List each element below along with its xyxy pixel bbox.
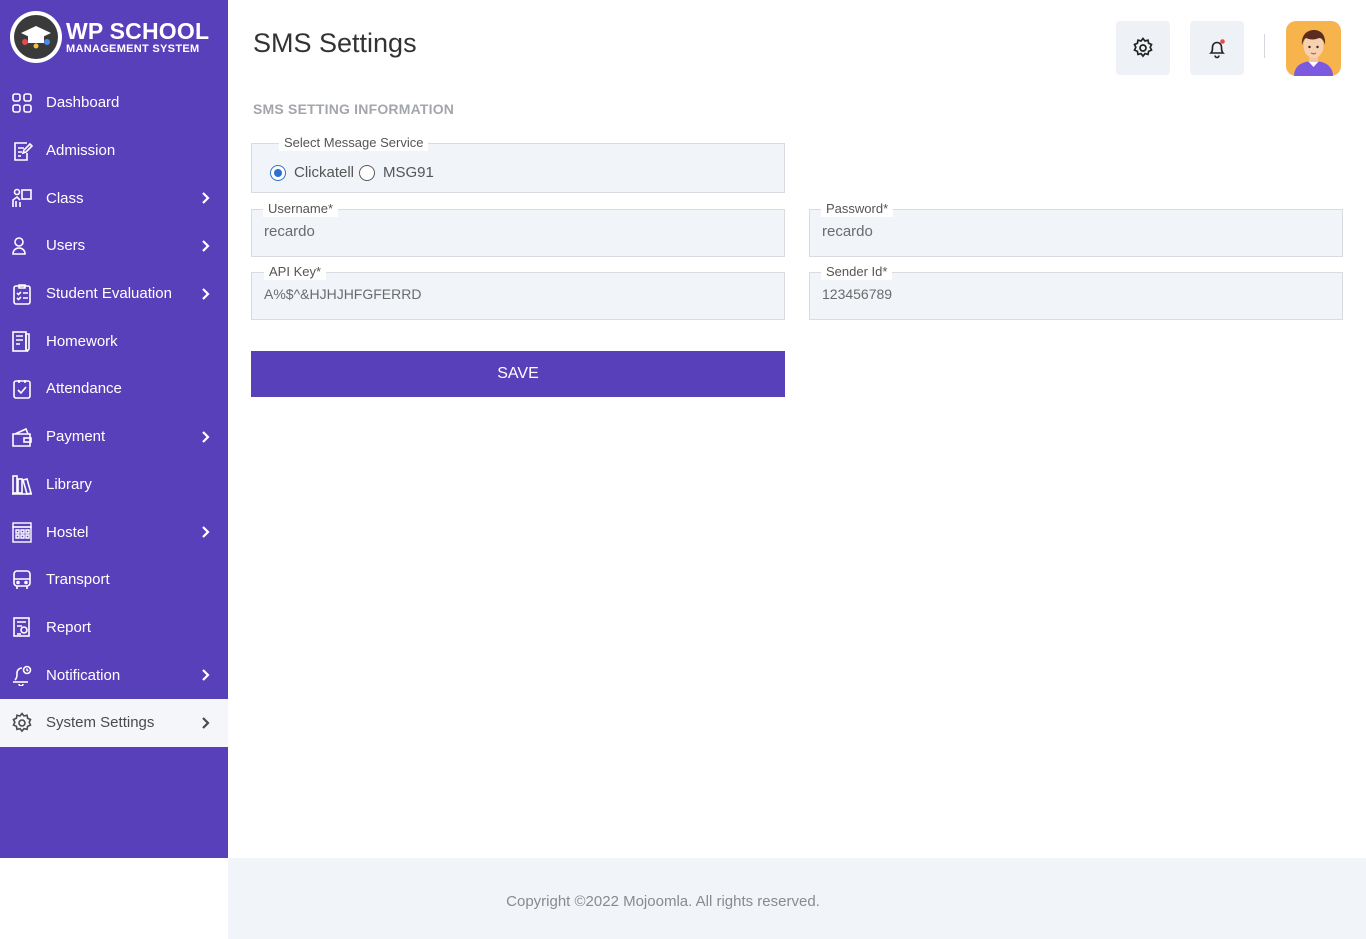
evaluation-icon bbox=[13, 283, 31, 305]
homework-icon bbox=[12, 331, 30, 353]
chevron-right-icon bbox=[202, 526, 210, 538]
app-root: WP SCHOOL MANAGEMENT SYSTEM Dashboard Ad… bbox=[0, 0, 1366, 939]
library-icon bbox=[12, 475, 32, 496]
sidebar-item-notification[interactable]: Notification bbox=[0, 651, 228, 699]
sidebar-nav: Dashboard Admission Class Users Student … bbox=[0, 79, 228, 747]
section-title: SMS SETTING INFORMATION bbox=[253, 101, 455, 117]
sender-id-label: Sender Id* bbox=[821, 264, 893, 280]
sidebar: WP SCHOOL MANAGEMENT SYSTEM Dashboard Ad… bbox=[0, 0, 228, 858]
wallet-icon bbox=[12, 427, 32, 447]
settings-button[interactable] bbox=[1116, 21, 1170, 75]
notification-button[interactable] bbox=[1190, 21, 1244, 75]
radio-row: Clickatell MSG91 bbox=[270, 164, 434, 181]
hostel-icon bbox=[12, 522, 32, 543]
sidebar-item-library[interactable]: Library bbox=[0, 461, 228, 509]
brand-title: WP SCHOOL bbox=[66, 17, 210, 44]
notification-icon bbox=[13, 665, 32, 687]
bus-icon bbox=[13, 569, 31, 589]
sidebar-item-homework[interactable]: Homework bbox=[0, 317, 228, 365]
user-icon bbox=[12, 237, 26, 255]
radio-clickatell[interactable] bbox=[270, 164, 286, 181]
sidebar-item-label: Payment bbox=[46, 428, 106, 446]
sidebar-item-admission[interactable]: Admission bbox=[0, 127, 228, 175]
api-key-field[interactable]: API Key* A%$^&HJHJHFGFERRD bbox=[251, 264, 785, 320]
sidebar-item-label: Admission bbox=[46, 142, 116, 160]
sidebar-item-label: Transport bbox=[46, 571, 110, 589]
footer: Copyright ©2022 Mojoomla. All rights res… bbox=[228, 858, 1366, 939]
api-key-value: A%$^&HJHJHFGFERRD bbox=[264, 286, 422, 302]
sender-id-value: 123456789 bbox=[822, 286, 893, 302]
sidebar-item-label: Users bbox=[46, 237, 86, 255]
api-key-label: API Key* bbox=[264, 264, 327, 280]
username-field[interactable]: Username* recardo bbox=[251, 201, 785, 257]
sidebar-item-label: Library bbox=[46, 475, 92, 493]
chevron-right-icon bbox=[202, 430, 210, 443]
password-label: Password* bbox=[821, 201, 894, 217]
bell-icon bbox=[1209, 39, 1225, 59]
sidebar-item-users[interactable]: Users bbox=[0, 222, 228, 270]
report-icon bbox=[13, 617, 30, 638]
page-title: SMS Settings bbox=[253, 28, 417, 58]
class-icon bbox=[12, 188, 32, 208]
chevron-right-icon bbox=[202, 192, 210, 204]
sender-id-field[interactable]: Sender Id* 123456789 bbox=[809, 264, 1343, 320]
avatar[interactable] bbox=[1286, 21, 1341, 76]
sidebar-item-attendance[interactable]: Attendance bbox=[0, 365, 228, 413]
username-value: recardo bbox=[264, 223, 315, 240]
sidebar-item-student-evaluation[interactable]: Student Evaluation bbox=[0, 270, 228, 318]
header-divider bbox=[1264, 34, 1265, 58]
brand-subtitle: MANAGEMENT SYSTEM bbox=[66, 42, 200, 55]
username-label: Username* bbox=[263, 201, 339, 217]
sidebar-item-label: Student Evaluation bbox=[46, 285, 172, 303]
user-avatar-icon bbox=[1294, 30, 1333, 76]
dashboard-icon bbox=[12, 93, 32, 113]
sidebar-item-label: Attendance bbox=[46, 380, 122, 398]
password-value: recardo bbox=[822, 223, 873, 240]
sidebar-item-payment[interactable]: Payment bbox=[0, 413, 228, 461]
message-service-group: Select Message Service Clickatell MSG91 bbox=[251, 135, 785, 193]
chevron-right-icon bbox=[202, 669, 210, 681]
save-button[interactable]: SAVE bbox=[251, 351, 785, 397]
sidebar-item-label: Class bbox=[46, 189, 84, 207]
radio-msg91[interactable] bbox=[359, 164, 376, 181]
radio-clickatell-label: Clickatell bbox=[294, 164, 355, 181]
brand-text: WP SCHOOL MANAGEMENT SYSTEM bbox=[66, 19, 209, 56]
sidebar-item-label: Homework bbox=[46, 332, 118, 350]
message-service-label: Select Message Service bbox=[279, 135, 429, 151]
chevron-right-icon bbox=[202, 240, 210, 252]
radio-msg91-label: MSG91 bbox=[383, 164, 434, 181]
copyright-text: Copyright ©2022 Mojoomla. All rights res… bbox=[506, 893, 820, 910]
gear-icon bbox=[1133, 37, 1153, 58]
admission-icon bbox=[14, 141, 33, 161]
sidebar-item-class[interactable]: Class bbox=[0, 174, 228, 222]
sidebar-item-label: Dashboard bbox=[46, 94, 120, 112]
brand[interactable]: WP SCHOOL MANAGEMENT SYSTEM bbox=[10, 11, 220, 63]
sidebar-item-hostel[interactable]: Hostel bbox=[0, 508, 228, 556]
sidebar-item-label: Notification bbox=[46, 666, 121, 684]
sidebar-item-dashboard[interactable]: Dashboard bbox=[0, 79, 228, 127]
sidebar-item-report[interactable]: Report bbox=[0, 604, 228, 652]
password-field[interactable]: Password* recardo bbox=[809, 201, 1343, 257]
sidebar-item-transport[interactable]: Transport bbox=[0, 556, 228, 604]
attendance-icon bbox=[13, 379, 31, 399]
sidebar-item-system-settings[interactable]: System Settings bbox=[0, 698, 228, 747]
chevron-right-icon bbox=[202, 717, 210, 729]
sidebar-item-label: Hostel bbox=[46, 523, 89, 541]
school-logo-icon bbox=[10, 11, 62, 63]
gear-icon bbox=[12, 712, 32, 733]
sidebar-item-label: Report bbox=[46, 618, 92, 636]
chevron-right-icon bbox=[202, 287, 210, 300]
sidebar-item-label: System Settings bbox=[46, 714, 155, 732]
